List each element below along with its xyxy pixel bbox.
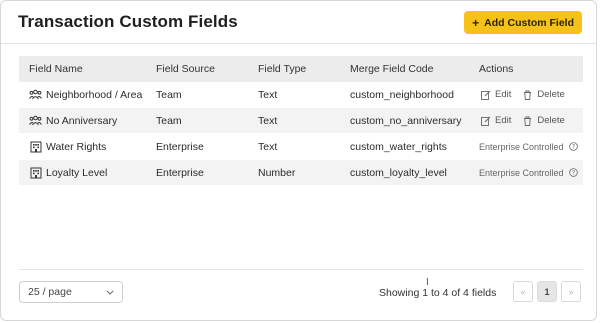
- chevron-down-icon: [106, 286, 114, 298]
- delete-button[interactable]: Delete: [521, 89, 565, 101]
- status-label: Enterprise Controlled: [479, 167, 564, 178]
- field-type: Text: [258, 140, 278, 153]
- plus-icon: +: [472, 15, 480, 30]
- page-size-select[interactable]: 25 / page: [19, 281, 123, 303]
- trash-icon: [521, 115, 534, 127]
- building-icon: [29, 167, 42, 179]
- table-header: Field Name Field Source Field Type Merge…: [19, 56, 583, 82]
- field-name: No Anniversary: [46, 114, 118, 127]
- custom-fields-table: Field Name Field Source Field Type Merge…: [19, 56, 583, 186]
- help-icon[interactable]: ?: [567, 167, 580, 179]
- column-header-field-type: Field Type: [258, 63, 307, 75]
- merge-field-code: custom_neighborhood: [350, 88, 454, 101]
- enterprise-controlled-status: Enterprise Controlled ?: [479, 141, 580, 153]
- add-custom-field-button[interactable]: + Add Custom Field: [464, 11, 582, 34]
- edit-label: Edit: [495, 115, 512, 126]
- field-source: Team: [156, 88, 182, 101]
- custom-fields-panel: Transaction Custom Fields + Add Custom F…: [0, 0, 597, 321]
- field-name: Water Rights: [46, 140, 107, 153]
- edit-button[interactable]: Edit: [479, 89, 511, 101]
- delete-button[interactable]: Delete: [521, 115, 565, 127]
- edit-icon: [479, 89, 492, 101]
- merge-field-code: custom_water_rights: [350, 140, 447, 153]
- edit-label: Edit: [495, 89, 512, 100]
- delete-label: Delete: [537, 89, 565, 100]
- help-icon[interactable]: ?: [567, 141, 580, 153]
- trash-icon: [521, 89, 534, 101]
- column-header-actions: Actions: [479, 63, 514, 75]
- column-header-merge-field-code: Merge Field Code: [350, 63, 434, 75]
- previous-page-button[interactable]: «: [513, 281, 533, 302]
- status-label: Enterprise Controlled: [479, 141, 564, 152]
- page-title: Transaction Custom Fields: [18, 12, 238, 31]
- edit-button[interactable]: Edit: [479, 115, 511, 127]
- pagination-summary: Showing 1 to 4 of 4 fields: [379, 287, 497, 299]
- table-row: Neighborhood / Area Team Text custom_nei…: [19, 82, 583, 108]
- merge-field-code: custom_loyalty_level: [350, 166, 447, 179]
- column-header-field-source: Field Source: [156, 63, 215, 75]
- add-custom-field-label: Add Custom Field: [484, 16, 574, 29]
- field-name: Loyalty Level: [46, 166, 108, 179]
- delete-label: Delete: [537, 115, 565, 126]
- field-source: Team: [156, 114, 182, 127]
- team-icon: [29, 89, 42, 101]
- page-1-button[interactable]: 1: [537, 281, 557, 302]
- text-cursor-icon: I: [426, 277, 429, 288]
- team-icon: [29, 115, 42, 127]
- edit-icon: [479, 115, 492, 127]
- enterprise-controlled-status: Enterprise Controlled ?: [479, 167, 580, 179]
- table-row: No Anniversary Team Text custom_no_anniv…: [19, 108, 583, 134]
- next-page-button[interactable]: »: [561, 281, 581, 302]
- field-type: Text: [258, 114, 278, 127]
- building-icon: [29, 141, 42, 153]
- field-name: Neighborhood / Area: [46, 88, 143, 101]
- field-source: Enterprise: [156, 166, 204, 179]
- field-type: Number: [258, 166, 296, 179]
- svg-text:?: ?: [571, 145, 574, 151]
- field-type: Text: [258, 88, 278, 101]
- table-row: Water Rights Enterprise Text custom_wate…: [19, 134, 583, 160]
- pagination: « 1 »: [513, 281, 581, 302]
- column-header-field-name: Field Name: [29, 63, 83, 75]
- panel-header: Transaction Custom Fields + Add Custom F…: [1, 1, 596, 44]
- table-row: Loyalty Level Enterprise Number custom_l…: [19, 160, 583, 186]
- merge-field-code: custom_no_anniversary: [350, 114, 462, 127]
- page-size-value: 25 / page: [28, 286, 72, 298]
- svg-text:?: ?: [571, 171, 574, 177]
- footer-divider: [19, 269, 583, 270]
- field-source: Enterprise: [156, 140, 204, 153]
